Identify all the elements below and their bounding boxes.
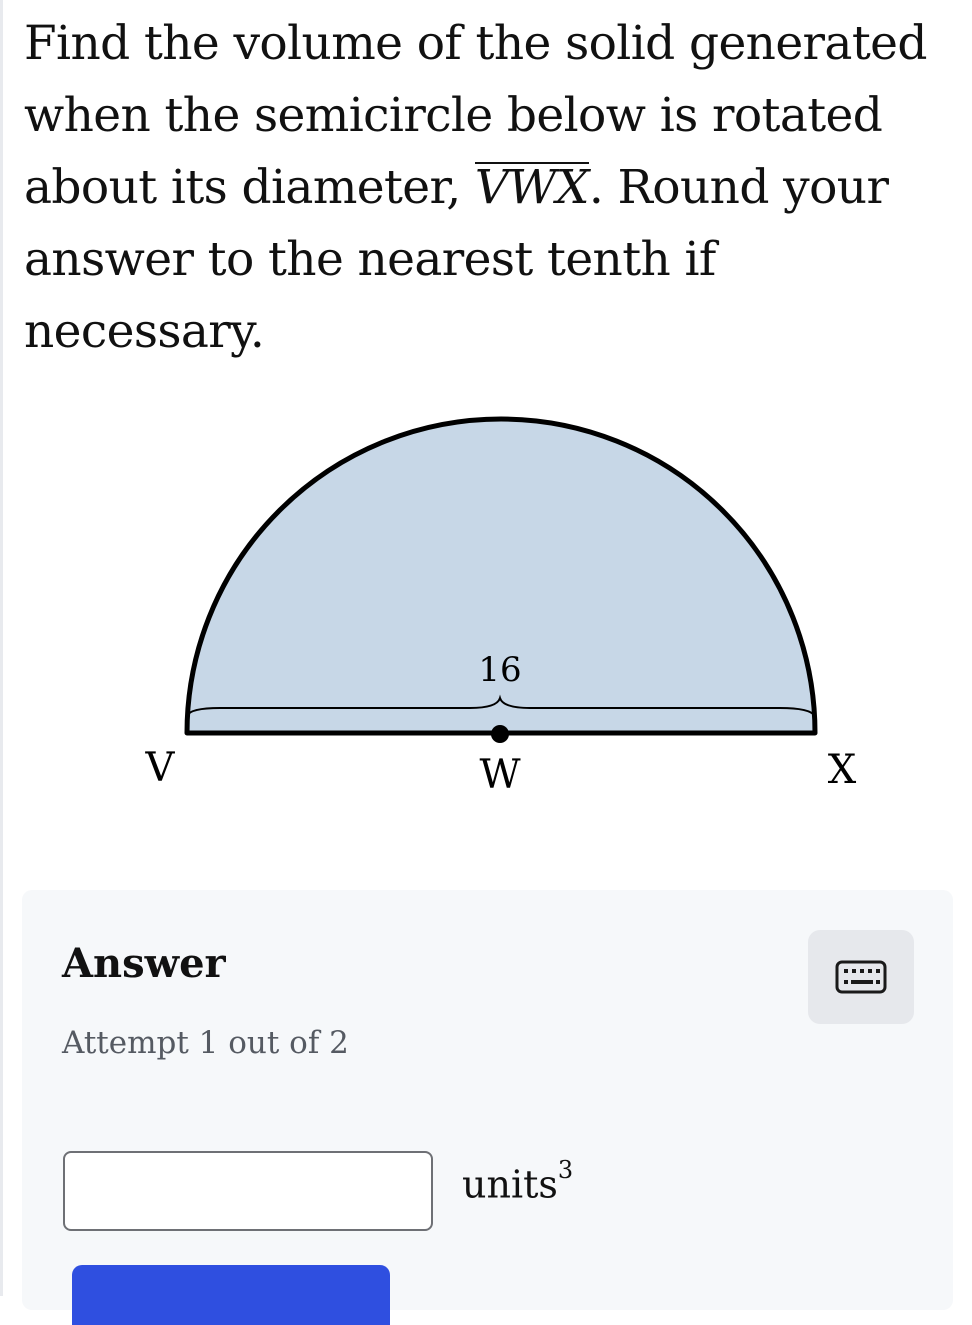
answer-title: Answer: [62, 940, 226, 987]
keyboard-button[interactable]: [808, 930, 914, 1024]
center-point-w: [491, 725, 509, 743]
units-label: units3: [462, 1156, 573, 1207]
submit-answer-button[interactable]: [72, 1265, 390, 1325]
point-label-x: X: [828, 747, 857, 793]
point-label-v: V: [145, 745, 176, 791]
semicircle-figure: 16 V W X: [145, 416, 857, 798]
units-base: units: [462, 1162, 558, 1207]
answer-panel: Answer Attempt 1 out of 2 units3: [22, 890, 953, 1325]
attempt-counter: Attempt 1 out of 2: [62, 1025, 349, 1061]
diameter-segment: VWX: [474, 160, 589, 215]
point-label-w: W: [479, 752, 520, 798]
radius-label: 16: [478, 650, 521, 690]
answer-input[interactable]: [63, 1151, 433, 1231]
keyboard-icon: [835, 960, 887, 994]
units-exponent: 3: [557, 1156, 574, 1184]
